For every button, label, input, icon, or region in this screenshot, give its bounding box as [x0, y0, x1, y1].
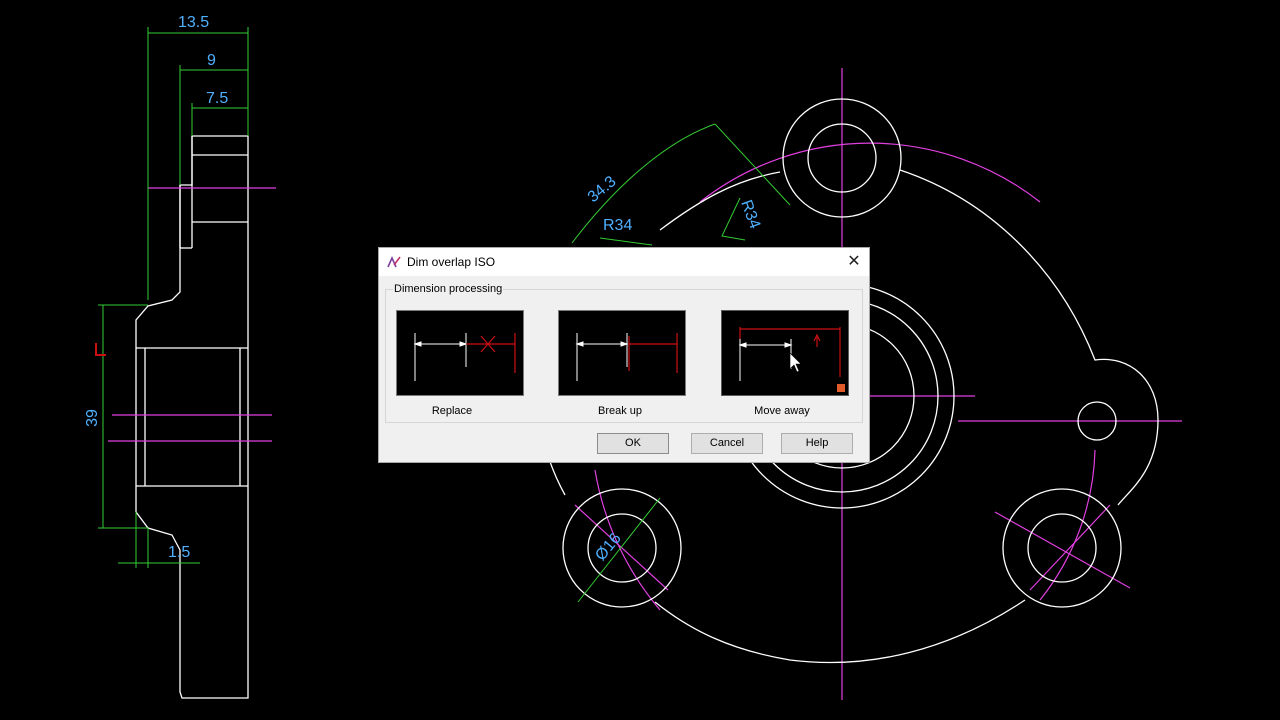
ok-button[interactable]: OK — [597, 433, 669, 454]
dim-arc-length: 34.3 — [585, 173, 620, 206]
dimension-marker-red — [95, 343, 106, 356]
dim-width-overall: 13.5 — [178, 14, 209, 31]
side-view-dimension-lines — [98, 27, 249, 568]
option-move-away-label: Move away — [754, 405, 810, 417]
dim-radius-left: R34 — [603, 217, 632, 234]
dim-radius-right: R34 — [737, 198, 763, 231]
dim-hole-diameter: Ø16 — [592, 530, 625, 564]
group-label: Dimension processing — [393, 283, 504, 295]
option-break-up[interactable] — [558, 310, 686, 396]
cancel-button[interactable]: Cancel — [691, 433, 763, 454]
break-up-preview-icon — [575, 333, 678, 381]
cursor-icon — [789, 352, 802, 373]
close-icon[interactable]: ✕ — [843, 251, 865, 273]
replace-preview-icon — [413, 333, 516, 381]
option-break-up-label: Break up — [597, 405, 643, 417]
option-replace[interactable] — [396, 310, 524, 396]
help-button[interactable]: Help — [781, 433, 853, 454]
side-view-geometry — [135, 135, 249, 699]
dialog-title: Dim overlap ISO — [407, 255, 496, 269]
dim-height-bore: 39 — [84, 409, 101, 427]
move-away-preview-icon — [738, 327, 845, 392]
option-replace-label: Replace — [431, 405, 473, 417]
dim-width-inner: 7.5 — [206, 90, 228, 107]
dim-step: 1.5 — [168, 544, 190, 561]
option-move-away[interactable] — [721, 310, 849, 396]
dim-width-mid: 9 — [207, 52, 216, 69]
app-icon — [387, 256, 401, 268]
dialog-titlebar[interactable]: Dim overlap ISO ✕ — [379, 248, 869, 276]
dim-overlap-dialog: Dim overlap ISO ✕ Dimension processing R… — [378, 247, 870, 463]
